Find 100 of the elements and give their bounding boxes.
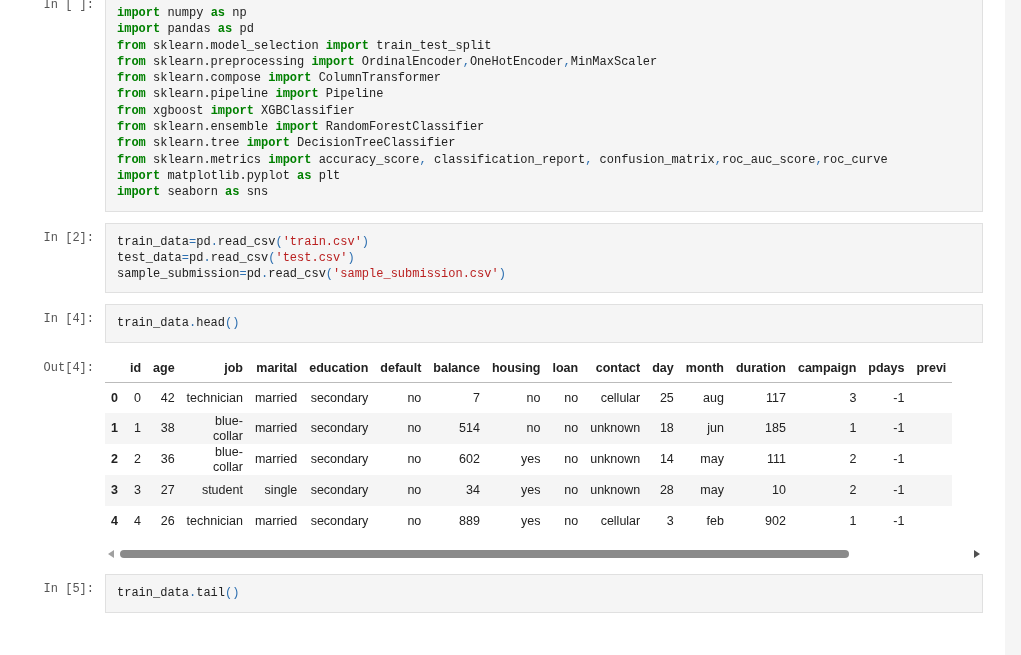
code-line: train_data=pd.read_csv('train.csv') <box>117 233 371 250</box>
table-cell: no <box>564 452 579 467</box>
table-cell: no <box>564 483 579 498</box>
column-header: marital <box>248 353 304 383</box>
table-cell: -1 <box>893 421 905 436</box>
code-line: from xgboost import XGBClassifier <box>117 102 356 120</box>
table-cell: married <box>254 421 298 436</box>
table-cell: technician <box>186 514 243 529</box>
scroll-right-icon[interactable] <box>974 550 980 559</box>
table-cell: married <box>254 452 298 467</box>
table-cell: 1 <box>134 421 142 436</box>
table-cell: 1 <box>849 421 857 436</box>
code-line: import matplotlib.pyplot as plt <box>117 167 342 185</box>
table-cell: 0 <box>134 390 142 405</box>
input-prompt: In [ ]: <box>42 0 95 12</box>
table-cell: married <box>254 514 298 529</box>
table-cell: 117 <box>766 390 786 405</box>
column-header: balance <box>427 353 486 383</box>
table-cell: secondary <box>310 390 369 405</box>
table-cell: 902 <box>765 514 786 529</box>
table-cell: 2 <box>849 452 857 467</box>
table-cell: -1 <box>893 452 905 467</box>
table-cell: no <box>407 483 422 498</box>
row-index: 0 <box>105 382 124 414</box>
table-cell: secondary <box>310 452 369 467</box>
code-line: from sklearn.ensemble import RandomForestClassifier <box>117 119 486 136</box>
table-cell: secondary <box>310 421 369 436</box>
table-cell: secondary <box>310 514 369 529</box>
row-index: 3 <box>105 475 124 507</box>
table-cell: no <box>407 452 422 467</box>
table-cell: 38 <box>160 421 175 436</box>
column-header: housing <box>485 353 547 383</box>
table-cell: 25 <box>659 390 674 405</box>
column-header: id <box>123 353 148 383</box>
column-header: default <box>374 353 428 383</box>
table-cell: married <box>254 390 298 405</box>
column-header: age <box>147 353 181 383</box>
table-cell: aug <box>703 390 724 405</box>
code-line: import pandas as pd <box>117 21 255 38</box>
table-cell: 514 <box>459 421 480 436</box>
table-cell: 7 <box>472 390 480 405</box>
table-cell: cellular <box>600 514 641 529</box>
column-header: job <box>180 353 249 383</box>
code-line: from sklearn.preprocessing import OrdinalEncoder,OneHotEncoder,MinMaxScaler <box>117 53 659 71</box>
column-header: contact <box>584 353 647 383</box>
row-index: 1 <box>105 413 124 445</box>
table-cell: technician <box>186 390 243 405</box>
table-cell: blue-collar <box>213 444 243 474</box>
code-line: from sklearn.tree import DecisionTreeClassifier <box>117 135 457 152</box>
code-line: import seaborn as sns <box>117 184 270 201</box>
table-cell: no <box>526 390 541 405</box>
code-line: train_data.tail() <box>117 585 241 602</box>
table-cell: 34 <box>465 483 480 498</box>
table-cell: unknown <box>590 452 641 467</box>
code-cell[interactable]: train_data.head() <box>105 304 983 343</box>
table-cell: no <box>407 421 422 436</box>
table-cell: 1 <box>849 514 857 529</box>
table-cell: jun <box>707 421 724 436</box>
table-cell: 14 <box>659 452 674 467</box>
table-cell: 889 <box>459 514 480 529</box>
code-cell[interactable] <box>105 0 983 212</box>
table-cell: unknown <box>590 421 641 436</box>
column-header: previ <box>910 353 953 383</box>
table-cell: 2 <box>134 452 142 467</box>
table-cell: 26 <box>160 514 175 529</box>
table-cell: 185 <box>765 421 786 436</box>
code-cell[interactable]: train_data.tail() <box>105 574 983 613</box>
code-line: sample_submission=pd.read_csv('sample_submission.csv') <box>117 266 507 283</box>
table-cell: may <box>700 452 724 467</box>
table-cell: no <box>564 390 579 405</box>
scroll-thumb[interactable] <box>120 550 850 559</box>
column-header: loan <box>546 353 585 383</box>
table-cell: yes <box>521 483 541 498</box>
table-cell: -1 <box>893 514 905 529</box>
table-cell: 602 <box>459 452 480 467</box>
table-cell: 28 <box>659 483 674 498</box>
table-cell: no <box>407 390 422 405</box>
row-index: 2 <box>105 444 124 476</box>
column-header: day <box>646 353 680 383</box>
table-cell: may <box>700 483 724 498</box>
column-header: campaign <box>791 353 863 383</box>
code-line: from sklearn.metrics import accuracy_score, classification_report, confusion_matrix,roc_auc_score,roc_curve <box>117 151 889 168</box>
table-cell: yes <box>521 514 541 529</box>
table-cell: -1 <box>893 483 905 498</box>
table-cell: 4 <box>134 514 142 529</box>
table-cell: 42 <box>160 390 175 405</box>
input-prompt: In [4]: <box>42 311 95 327</box>
code-cell[interactable]: train_data=pd.read_csv('train.csv') test_data=pd.read_csv('test.csv') sample_submission=pd.read_csv('sample_submission.csv') <box>105 222 983 294</box>
table-cell: no <box>526 421 541 436</box>
table-cell: 3 <box>666 514 674 529</box>
table-cell: no <box>407 514 422 529</box>
scroll-left-icon[interactable] <box>108 550 114 559</box>
output-prompt: Out[4]: <box>42 359 95 375</box>
table-cell: 18 <box>659 421 674 436</box>
table-cell: single <box>264 483 298 498</box>
table-cell: student <box>201 483 243 498</box>
code-line: from sklearn.compose import ColumnTransformer <box>117 70 443 87</box>
table-cell: cellular <box>600 390 641 405</box>
table-cell: no <box>564 421 579 436</box>
table-cell: 27 <box>160 483 175 498</box>
